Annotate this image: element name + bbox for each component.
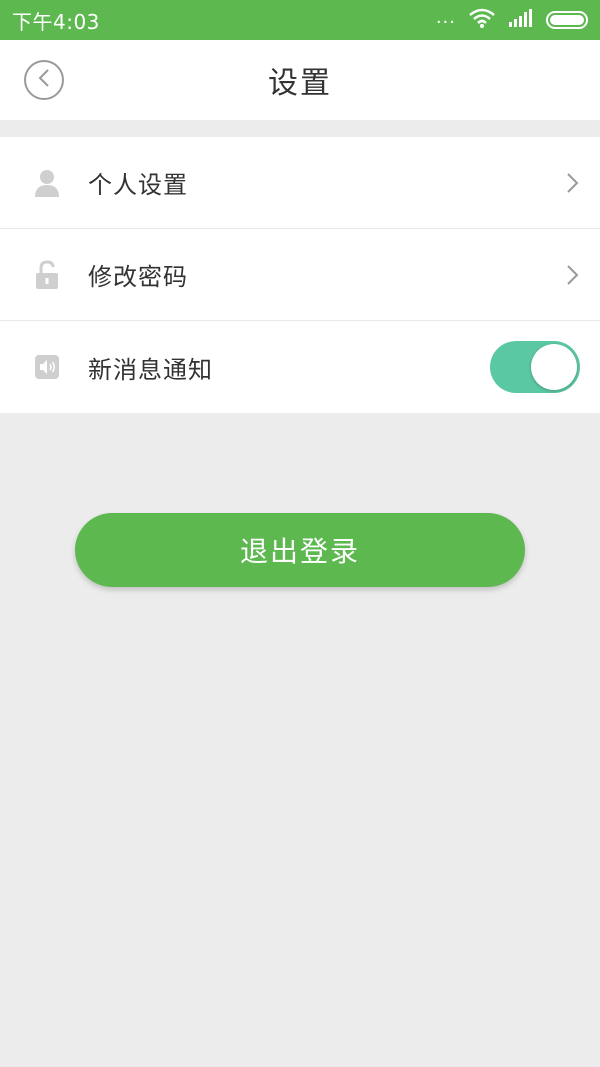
settings-row-label: 新消息通知 xyxy=(88,355,213,384)
settings-row-notifications: 新消息通知 xyxy=(0,321,600,413)
logout-button[interactable]: 退出登录 xyxy=(75,513,525,587)
status-bar: 下午4:03 ... xyxy=(0,0,600,40)
notification-toggle[interactable] xyxy=(490,341,580,393)
navbar: 设置 xyxy=(0,40,600,120)
status-icons: ... xyxy=(436,7,588,33)
settings-row-profile[interactable]: 个人设置 xyxy=(0,137,600,229)
settings-row-label: 个人设置 xyxy=(88,171,188,199)
person-icon xyxy=(34,168,60,198)
settings-row-label: 修改密码 xyxy=(88,263,188,291)
speaker-icon xyxy=(34,352,60,382)
lock-icon xyxy=(34,259,60,290)
signal-icon xyxy=(508,8,534,32)
wifi-icon xyxy=(468,7,496,33)
chevron-right-icon xyxy=(564,171,580,195)
settings-list: 个人设置 修改密码 新消息通知 xyxy=(0,137,600,413)
chevron-right-icon xyxy=(564,263,580,287)
more-dots: ... xyxy=(435,6,456,28)
back-button[interactable] xyxy=(24,60,64,100)
toggle-knob xyxy=(531,344,577,390)
page-title: 设置 xyxy=(268,66,332,101)
chevron-left-icon xyxy=(37,68,51,92)
status-time: 下午4:03 xyxy=(12,9,100,34)
battery-icon xyxy=(546,11,588,29)
settings-row-change-password[interactable]: 修改密码 xyxy=(0,229,600,321)
